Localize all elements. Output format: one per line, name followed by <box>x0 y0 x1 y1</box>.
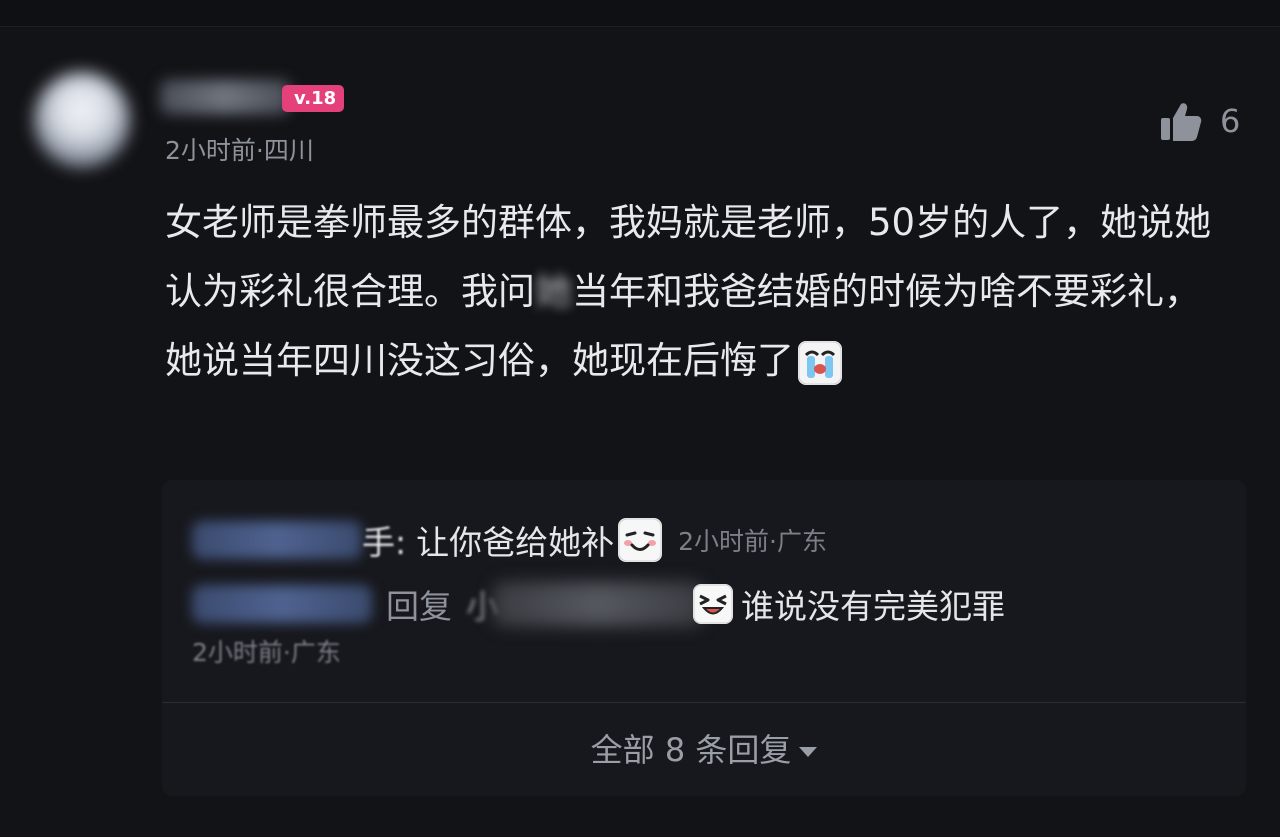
reply-author-blurred[interactable] <box>192 585 372 623</box>
avatar[interactable] <box>34 72 130 168</box>
reply-item[interactable]: 回复 小 谁说没有完美犯罪 <box>192 580 1005 628</box>
reply-author-blurred[interactable] <box>192 521 362 559</box>
level-badge: v.18 <box>282 85 345 112</box>
laughing-emoji-icon <box>693 584 733 624</box>
thumbs-up-icon <box>1160 100 1202 142</box>
username-blurred[interactable] <box>160 80 290 114</box>
like-count: 6 <box>1220 102 1241 140</box>
reply-author-suffix: 手: <box>362 523 407 562</box>
reply-text: 谁说没有完美犯罪 <box>741 587 1005 626</box>
reply-time: 2小时前·广东 <box>192 638 341 667</box>
comment-text-hidden: 她 <box>535 270 572 313</box>
like-button[interactable]: 6 <box>1160 100 1240 142</box>
reply-item[interactable]: 手: 让你爸给她补 2小时前·广东 <box>192 516 827 564</box>
replies-panel: 手: 让你爸给她补 2小时前·广东 回复 小 谁说没有完美犯罪 2小时前·广东 … <box>162 480 1246 796</box>
chevron-down-icon <box>799 747 818 757</box>
smirk-emoji-icon <box>618 518 663 562</box>
reply-text: 让你爸给她补 <box>416 523 615 562</box>
comment-meta: 2小时前·四川 <box>165 136 314 165</box>
reply-verb: 回复 <box>386 587 452 626</box>
top-bar <box>0 0 1280 27</box>
crying-emoji-icon <box>798 340 842 385</box>
reply-target-blurred[interactable] <box>493 582 703 626</box>
show-all-replies-label: 全部 8 条回复 <box>590 731 792 769</box>
divider <box>162 702 1246 703</box>
comment-text: 女老师是拳师最多的群体，我妈就是老师，50岁的人了，她说她认为彩礼很合理。我问她… <box>165 188 1225 395</box>
show-all-replies-button[interactable]: 全部 8 条回复 <box>162 725 1246 771</box>
reply-time: 2小时前·广东 <box>678 527 827 556</box>
